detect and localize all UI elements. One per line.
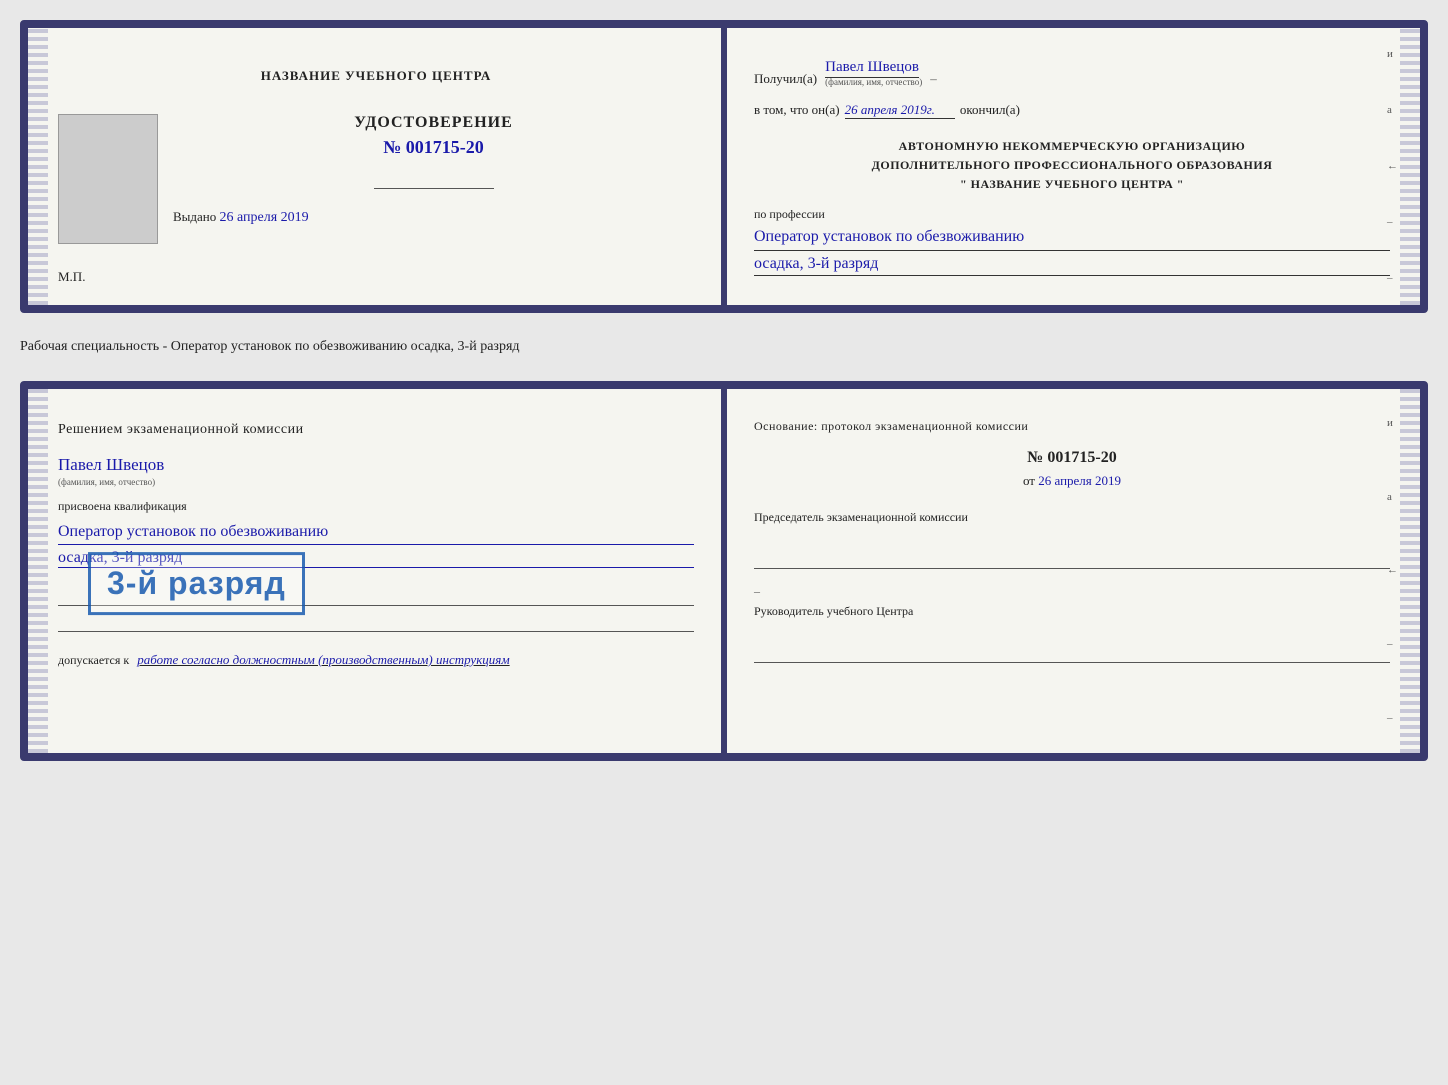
bottom-mark-1: и bbox=[1387, 418, 1398, 429]
org-line1: АВТОНОМНУЮ НЕКОММЕРЧЕСКУЮ ОРГАНИЗАЦИЮ bbox=[754, 137, 1390, 156]
mark-5: – bbox=[1387, 273, 1398, 284]
допускается-row: допускается к работе согласно должностны… bbox=[58, 652, 694, 668]
date-prefix: в том, что он(а) bbox=[754, 102, 840, 118]
bottom-right-side-marks: и а ← – – bbox=[1387, 389, 1398, 753]
director-label: Руководитель учебного Центра bbox=[754, 603, 1390, 620]
mark-2: а bbox=[1387, 105, 1398, 116]
rank-value: осадка, 3-й разряд bbox=[754, 255, 1390, 276]
chairman-sig-line bbox=[754, 551, 1390, 569]
qualified-label: присвоена квалификация bbox=[58, 499, 694, 514]
issued-line: Выдано 26 апреля 2019 bbox=[173, 209, 694, 226]
profession-label: по профессии bbox=[754, 207, 1390, 222]
bottom-profession: Оператор установок по обезвоживанию bbox=[58, 520, 694, 545]
director-sig-line bbox=[754, 645, 1390, 663]
bottom-date-value: 26 апреля 2019 bbox=[1038, 473, 1121, 488]
received-label: Получил(а) bbox=[754, 71, 817, 87]
top-doc-left: НАЗВАНИЕ УЧЕБНОГО ЦЕНТРА УДОСТОВЕРЕНИЕ №… bbox=[28, 28, 724, 305]
mark-3: ← bbox=[1387, 161, 1398, 172]
bottom-doc-left: Решением экзаменационной комиссии Павел … bbox=[28, 389, 724, 753]
mp-label: М.П. bbox=[58, 269, 694, 285]
bottom-mark-4: – bbox=[1387, 639, 1398, 650]
dash-right-1: – bbox=[754, 584, 1390, 599]
top-document: НАЗВАНИЕ УЧЕБНОГО ЦЕНТРА УДОСТОВЕРЕНИЕ №… bbox=[20, 20, 1428, 313]
finished-label: окончил(а) bbox=[960, 102, 1020, 118]
received-row: Получил(а) Павел Швецов (фамилия, имя, о… bbox=[754, 58, 1390, 87]
top-left-center-title: НАЗВАНИЕ УЧЕБНОГО ЦЕНТРА bbox=[58, 68, 694, 84]
right-side-marks: и а ← – – bbox=[1387, 28, 1398, 305]
date-line-row: в том, что он(а) 26 апреля 2019г. окончи… bbox=[754, 102, 1390, 119]
dash: – bbox=[930, 71, 937, 87]
bottom-mark-5: – bbox=[1387, 713, 1398, 724]
issued-date: 26 апреля 2019 bbox=[220, 210, 309, 225]
bottom-document: Решением экзаменационной комиссии Павел … bbox=[20, 381, 1428, 761]
stamp: 3-й разряд bbox=[88, 552, 305, 615]
bottom-cert-number: № 001715-20 bbox=[754, 449, 1390, 467]
profession-value: Оператор установок по обезвоживанию bbox=[754, 226, 1390, 251]
org-block: АВТОНОМНУЮ НЕКОММЕРЧЕСКУЮ ОРГАНИЗАЦИЮ ДО… bbox=[754, 137, 1390, 195]
chairman-label: Председатель экзаменационной комиссии bbox=[754, 509, 1390, 526]
org-line2: ДОПОЛНИТЕЛЬНОГО ПРОФЕССИОНАЛЬНОГО ОБРАЗО… bbox=[754, 156, 1390, 175]
person-name-block: Павел Швецов (фамилия, имя, отчество) bbox=[825, 58, 922, 87]
mark-4: – bbox=[1387, 217, 1398, 228]
middle-text: Рабочая специальность - Оператор установ… bbox=[20, 331, 1428, 363]
stamp-text: 3-й разряд bbox=[107, 565, 286, 601]
blank-line-2 bbox=[58, 614, 694, 632]
top-doc-right: Получил(а) Павел Швецов (фамилия, имя, о… bbox=[724, 28, 1420, 305]
bottom-mark-3: ← bbox=[1387, 565, 1398, 576]
osnov-label: Основание: протокол экзаменационной коми… bbox=[754, 419, 1390, 434]
top-left-inner: УДОСТОВЕРЕНИЕ № 001715-20 Выдано 26 апре… bbox=[58, 114, 694, 259]
допускается-value: работе согласно должностным (производств… bbox=[137, 653, 509, 667]
top-left-cert-block: УДОСТОВЕРЕНИЕ № 001715-20 Выдано 26 апре… bbox=[173, 114, 694, 231]
org-line3: " НАЗВАНИЕ УЧЕБНОГО ЦЕНТРА " bbox=[754, 175, 1390, 194]
fio-sub: (фамилия, имя, отчество) bbox=[825, 77, 922, 87]
date-value: 26 апреля 2019г. bbox=[845, 102, 955, 119]
page-wrapper: НАЗВАНИЕ УЧЕБНОГО ЦЕНТРА УДОСТОВЕРЕНИЕ №… bbox=[20, 20, 1428, 761]
bottom-fio-sub: (фамилия, имя, отчество) bbox=[58, 477, 694, 487]
commission-title: Решением экзаменационной комиссии bbox=[58, 419, 694, 440]
person-name: Павел Швецов bbox=[825, 59, 919, 78]
допускается-label: допускается к bbox=[58, 653, 129, 667]
mark-1: и bbox=[1387, 49, 1398, 60]
bottom-date-prefix: от bbox=[1023, 473, 1035, 488]
cert-title: УДОСТОВЕРЕНИЕ bbox=[173, 114, 694, 132]
cert-number: № 001715-20 bbox=[173, 137, 694, 158]
bottom-doc-right: Основание: протокол экзаменационной коми… bbox=[724, 389, 1420, 753]
photo-placeholder bbox=[58, 114, 158, 244]
bottom-person-name: Павел Швецов bbox=[58, 455, 694, 475]
bottom-mark-2: а bbox=[1387, 492, 1398, 503]
bottom-date-row: от 26 апреля 2019 bbox=[754, 473, 1390, 489]
